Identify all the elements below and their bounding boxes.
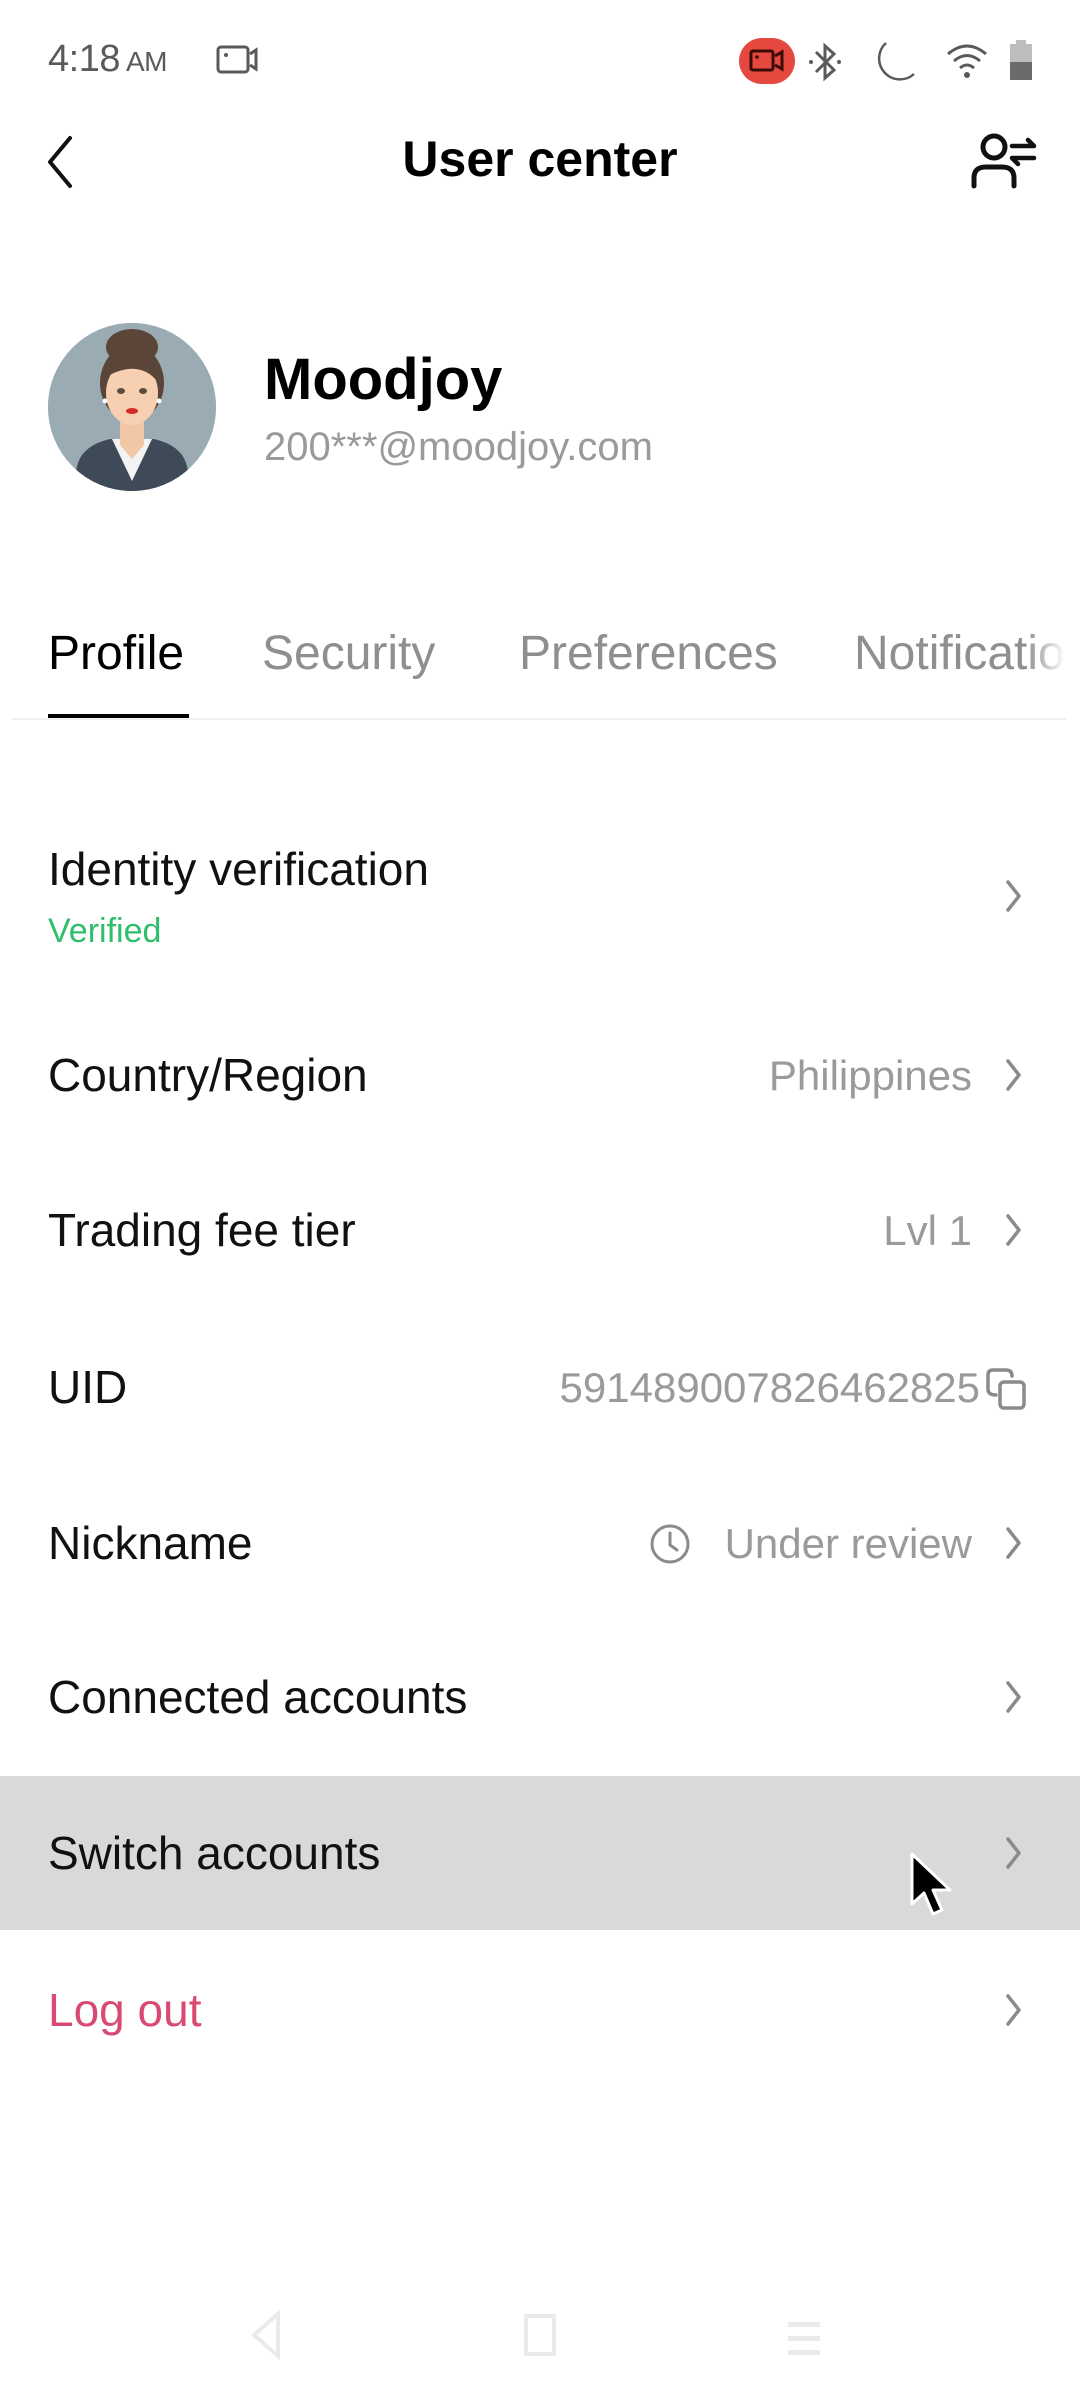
chevron-right-icon — [1006, 1994, 1021, 2026]
nickname-status: Under review — [724, 1520, 972, 1567]
tab-security[interactable]: Security — [262, 626, 435, 681]
logout-label: Log out — [48, 1984, 202, 2036]
country-value: Philippines — [768, 1052, 972, 1099]
page-title: User center — [402, 131, 678, 187]
clock-icon — [650, 1524, 690, 1564]
row-identity-verification[interactable]: Identity verification Verified — [0, 810, 1080, 980]
row-label: Country/Region — [48, 1049, 368, 1101]
profile-name: Moodjoy — [264, 347, 503, 412]
tab-preferences[interactable]: Preferences — [519, 626, 778, 681]
wifi-icon — [947, 44, 987, 78]
nav-home-icon[interactable] — [522, 2312, 558, 2358]
tab-bar: Profile Security Preferences Notificatio… — [0, 610, 1066, 720]
row-label: Identity verification — [48, 843, 429, 895]
copy-icon[interactable] — [982, 1365, 1030, 1413]
chevron-right-icon — [1006, 880, 1021, 912]
tab-notifications[interactable]: Notifications — [854, 626, 1066, 681]
verification-status-badge: Verified — [48, 912, 162, 950]
fee-tier-value: Lvl 1 — [883, 1207, 972, 1254]
row-nickname[interactable]: Nickname Under review — [0, 1468, 1080, 1618]
profile-email: 200***@moodjoy.com — [264, 425, 653, 469]
screen-record-icon — [216, 45, 258, 74]
uid-value: 591489007826462825 — [559, 1364, 980, 1411]
battery-icon — [1010, 40, 1032, 80]
nav-back-icon[interactable] — [248, 2310, 284, 2360]
switch-user-button[interactable] — [970, 130, 1044, 190]
row-country-region[interactable]: Country/Region Philippines — [0, 1000, 1080, 1150]
row-label: Trading fee tier — [48, 1204, 356, 1256]
row-log-out[interactable]: Log out — [0, 1935, 1080, 2085]
chevron-right-icon — [1006, 1214, 1021, 1246]
do-not-disturb-moon-icon — [877, 42, 915, 81]
row-label: UID — [48, 1361, 128, 1413]
row-trading-fee-tier[interactable]: Trading fee tier Lvl 1 — [0, 1155, 1080, 1305]
row-uid: UID 591489007826462825 — [0, 1312, 1080, 1462]
bluetooth-icon — [809, 42, 841, 82]
row-label: Connected accounts — [48, 1671, 468, 1723]
row-label: Switch accounts — [48, 1827, 381, 1879]
status-time-ampm: AM — [125, 46, 168, 77]
user-switch-icon — [971, 133, 1037, 189]
nav-recents-icon[interactable] — [784, 2318, 824, 2358]
status-time: 4:18 AM — [48, 38, 167, 81]
chevron-right-icon — [1006, 1837, 1021, 1869]
tab-profile[interactable]: Profile — [48, 626, 184, 681]
recording-indicator-icon — [739, 38, 795, 84]
chevron-right-icon — [1006, 1681, 1021, 1713]
tabs-divider — [12, 718, 1066, 720]
avatar[interactable] — [48, 323, 216, 491]
chevron-right-icon — [1006, 1059, 1021, 1091]
row-label: Nickname — [48, 1517, 253, 1569]
chevron-right-icon — [1006, 1527, 1021, 1559]
status-time-value: 4:18 — [48, 38, 120, 80]
row-connected-accounts[interactable]: Connected accounts — [0, 1622, 1080, 1772]
mouse-cursor-icon — [910, 1852, 952, 1916]
avatar-illustration — [48, 323, 216, 491]
